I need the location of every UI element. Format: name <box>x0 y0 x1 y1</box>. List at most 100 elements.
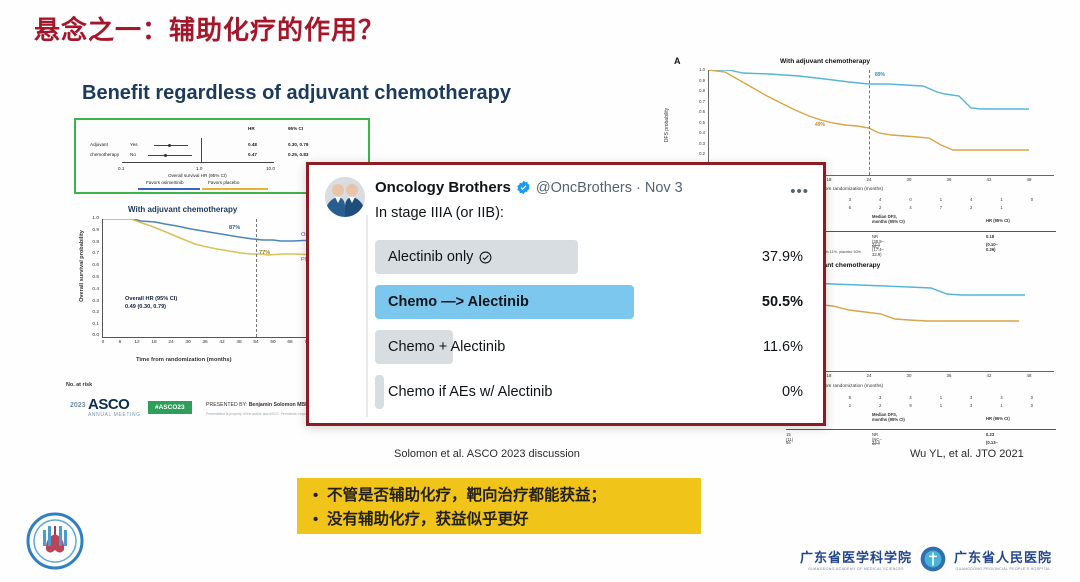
km-annotation-blue: 87% <box>229 225 241 231</box>
twitter-poll-card[interactable]: Oncology Brothers @OncBrothers · Nov 3 •… <box>306 162 826 426</box>
verified-badge-icon <box>517 180 530 195</box>
forest-col-ci: 95% CI <box>288 126 304 131</box>
poll-option-label: Alectinib only <box>388 249 474 265</box>
forest-col-hr: HR <box>248 126 255 131</box>
panel-b-risk-1-5: 0 <box>1030 395 1062 400</box>
panel-b-table-rule <box>786 429 1056 430</box>
panel-a-risk-2-4: 2 <box>970 205 1001 210</box>
km-ytick-1: 0.9 <box>92 227 99 233</box>
km-xtick-9: 54 <box>253 340 259 345</box>
km-ytick-3: 0.7 <box>92 251 99 257</box>
panel-a-risk-2-3: 7 <box>939 205 971 210</box>
institution-1-name-cn: 广东省医学科学院 <box>800 551 913 566</box>
panel-a-risk-1-3: 14 <box>939 197 1001 202</box>
km-xtick-1: 6 <box>118 340 122 345</box>
poll-option-percent: 0% <box>782 384 803 400</box>
poll-option-text: Alectinib only <box>388 240 492 274</box>
conclusion-bullet: 不管是否辅助化疗，靶向治疗都能获益； <box>313 484 687 508</box>
panel-b-xtick-6: 36 <box>946 373 952 378</box>
panel-a-xtick-3: 18 <box>826 177 832 182</box>
panel-a-ytick-4: 0.6 <box>699 109 705 114</box>
poll-option[interactable]: Chemo if AEs w/ Alectinib 0% <box>375 372 807 412</box>
panel-b-risk-2-3: 13 <box>939 403 1001 408</box>
km-hr-value: 0.49 (0.30, 0.79) <box>125 304 167 311</box>
panel-b-risk-2-1: 42 <box>818 403 880 408</box>
page-title: 悬念之一：辅助化疗的作用？ <box>34 15 386 45</box>
avatar[interactable] <box>325 177 365 217</box>
km-xtick-6: 36 <box>202 340 208 345</box>
poll-header: Oncology Brothers @OncBrothers · Nov 3 <box>375 179 783 196</box>
poll-option-label: Chemo —> Alectinib <box>388 294 529 310</box>
conclusion-bullet: 没有辅助化疗，获益似乎更好 <box>313 508 687 532</box>
asco-logo-text: ASCO <box>88 396 130 413</box>
panel-b-risk-2-4: 1 <box>1000 403 1031 408</box>
panel-a-risk-row-1: 183401410 <box>788 197 1061 202</box>
km-60mo-marker <box>256 219 257 337</box>
forest-row-1-ci: 0.30, 0.79 <box>288 142 309 147</box>
km-ytick-8: 0.2 <box>92 310 99 316</box>
forest-row-1-label: Yes <box>130 142 138 147</box>
km-hr-box: Overall HR (95% CI) 0.49 (0.30, 0.79) <box>125 295 177 311</box>
poll-option-label: Chemo + Alectinib <box>388 339 506 355</box>
avatar-image <box>325 177 365 217</box>
panel-a-ytick-6: 0.4 <box>699 130 705 135</box>
panel-a-risk-1-2: 40 <box>879 197 940 202</box>
panel-a-ytick-8: 0.2 <box>699 151 705 156</box>
panel-a-risk-1-5: 0 <box>1030 197 1062 202</box>
panel-a-th-1: Median DFS, months (95% CI) <box>872 214 905 224</box>
panel-b-risk-2-2: 29 <box>879 403 940 408</box>
panel-a-annotation-blue: 89% <box>875 72 886 78</box>
km-ytick-0: 1.0 <box>92 216 99 221</box>
forest-ci-line-2 <box>148 155 192 156</box>
panel-b-td-1-2: (0.13–0.40) <box>986 440 998 445</box>
thread-line <box>366 215 368 417</box>
km-ytick-5: 0.5 <box>92 275 99 280</box>
poll-option[interactable]: Chemo —> Alectinib 50.5% <box>375 282 807 322</box>
account-name[interactable]: Oncology Brothers <box>375 179 511 196</box>
panel-a-td-1-1: 22.1 (17.4–32.9) <box>872 242 884 257</box>
panel-a-ytick-5: 0.5 <box>699 119 705 125</box>
panel-a-xtick-5: 30 <box>906 177 912 182</box>
panel-a-annotation-orange: 49% <box>815 122 826 128</box>
forest-row-2-ci: 0.25, 0.83 <box>288 152 309 157</box>
forest-row-2-hr: 0.47 <box>248 152 257 157</box>
panel-b-td-1-0: 56 (41) <box>786 440 791 445</box>
poll-options: Alectinib only 37.9% Chemo —> Alectinib … <box>375 237 807 417</box>
institution-logos: 广东省医学科学院 GUANGDONG ACADEMY OF MEDICAL SC… <box>800 540 1068 578</box>
panel-a-risk-1-4: 1 <box>1000 197 1031 202</box>
poll-option[interactable]: Chemo + Alectinib 11.6% <box>375 327 807 367</box>
institution-seal-icon <box>920 546 946 572</box>
conclusion-list: 不管是否辅助化疗，靶向治疗都能获益； 没有辅助化疗，获益似乎更好 <box>311 484 687 532</box>
panel-b-risk-1-4: 4 <box>1000 395 1031 400</box>
km-xtick-4: 24 <box>168 340 174 345</box>
panel-a-risk-1-1: 83 <box>818 197 880 202</box>
forest-null-line <box>201 138 202 162</box>
km-xtick-7: 42 <box>219 340 225 345</box>
panel-a-td-1-2: (0.10–0.26) <box>986 242 998 252</box>
forest-favors-left: Favors osimertinib <box>146 180 184 185</box>
poll-option-text: Chemo if AEs w/ Alectinib <box>388 375 552 409</box>
forest-favors-right: Favors placebo <box>208 180 240 185</box>
km-hr-label: Overall HR (95% CI) <box>125 296 178 302</box>
km-xtick-2: 12 <box>134 340 140 345</box>
km-xtick-5: 30 <box>185 340 191 345</box>
km-ytick-7: 0.3 <box>92 298 99 304</box>
panel-b-risk-row-2: 842291310 <box>788 403 1061 408</box>
forest-axis <box>122 162 274 163</box>
panel-b-xtick-5: 30 <box>906 373 912 378</box>
panel-b-risk-2-5: 0 <box>1030 403 1062 408</box>
institution-2: 广东省人民医院 GUANGDONG PROVINCIAL PEOPLE'S HO… <box>954 547 1052 571</box>
forest-arrow-left <box>138 188 200 190</box>
panel-a-ytick-7: 0.3 <box>699 140 705 146</box>
forest-point-2 <box>164 154 167 157</box>
asco-subtitle: ANNUAL MEETING <box>88 412 141 418</box>
poll-option-text: Chemo + Alectinib <box>388 330 505 364</box>
km-annotation-yellow: 77% <box>259 250 271 256</box>
more-options-icon[interactable]: ••• <box>790 183 809 200</box>
forest-tick-0: 0.1 <box>118 166 125 171</box>
panel-b-th-2: HR (95% CI) <box>986 416 1010 421</box>
panel-a-xtick-6: 36 <box>946 177 952 182</box>
km-xtick-3: 18 <box>151 340 157 345</box>
poll-option[interactable]: Alectinib only 37.9% <box>375 237 807 277</box>
panel-a-curves <box>709 70 1029 151</box>
